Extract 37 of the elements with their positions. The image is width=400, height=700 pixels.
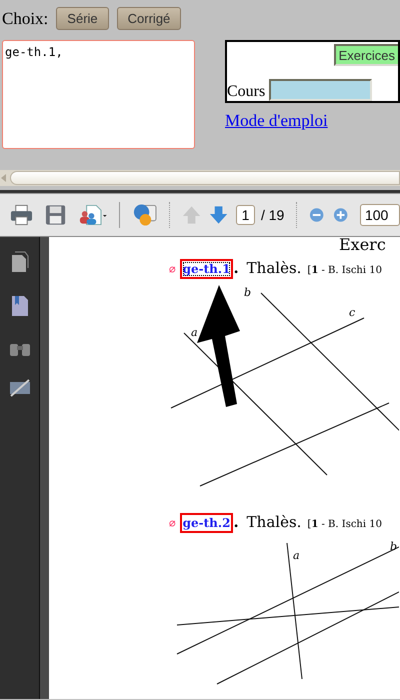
zoom-out-icon[interactable]	[309, 207, 325, 223]
choice-label: Choix:	[2, 8, 48, 30]
exercise-link[interactable]: ge-th.1	[180, 259, 234, 279]
help-link[interactable]: Mode d'emploi	[225, 108, 400, 133]
period: .	[233, 258, 239, 279]
page-count: / 19	[260, 206, 284, 224]
period: .	[233, 512, 239, 533]
line-label: a	[191, 326, 198, 339]
choice-button[interactable]: Série	[56, 7, 109, 30]
printer-icon[interactable]	[10, 204, 33, 226]
course-input[interactable]	[269, 78, 372, 100]
exercise-title: Thalès.	[246, 258, 302, 279]
bookmark-icon[interactable]	[10, 295, 28, 317]
globe-gear-icon[interactable]	[132, 203, 157, 227]
page-number-field[interactable]: 1	[236, 205, 255, 225]
users-document-icon[interactable]	[78, 204, 107, 226]
exercise-link[interactable]: ge-th.2	[180, 513, 234, 533]
line-label: b	[390, 540, 398, 553]
exercise-title: Thalès.	[246, 512, 302, 533]
course-label: Cours	[227, 82, 266, 100]
zoom-in-icon[interactable]	[332, 207, 348, 223]
zoom-field[interactable]: 100	[360, 204, 400, 226]
selection-textarea[interactable]: ge-th.1,	[2, 40, 195, 148]
status-marker: ∅	[169, 516, 176, 532]
exercise-source: [1 - B. Ischi 10	[307, 264, 383, 278]
line-label: b	[244, 286, 252, 299]
page-heading: Exerc	[339, 237, 386, 255]
pages-icon[interactable]	[10, 251, 28, 273]
exercise-source: [1 - B. Ischi 10	[307, 518, 383, 532]
exercises-button[interactable]: Exercices	[334, 44, 398, 66]
status-marker: ∅	[169, 262, 176, 278]
signature-icon[interactable]	[8, 379, 30, 397]
save-icon[interactable]	[44, 204, 66, 226]
choice-button[interactable]: Corrigé	[116, 7, 182, 30]
down-arrow-icon[interactable]	[208, 205, 228, 225]
line-label: c	[349, 306, 356, 319]
line-label: a	[293, 549, 300, 562]
